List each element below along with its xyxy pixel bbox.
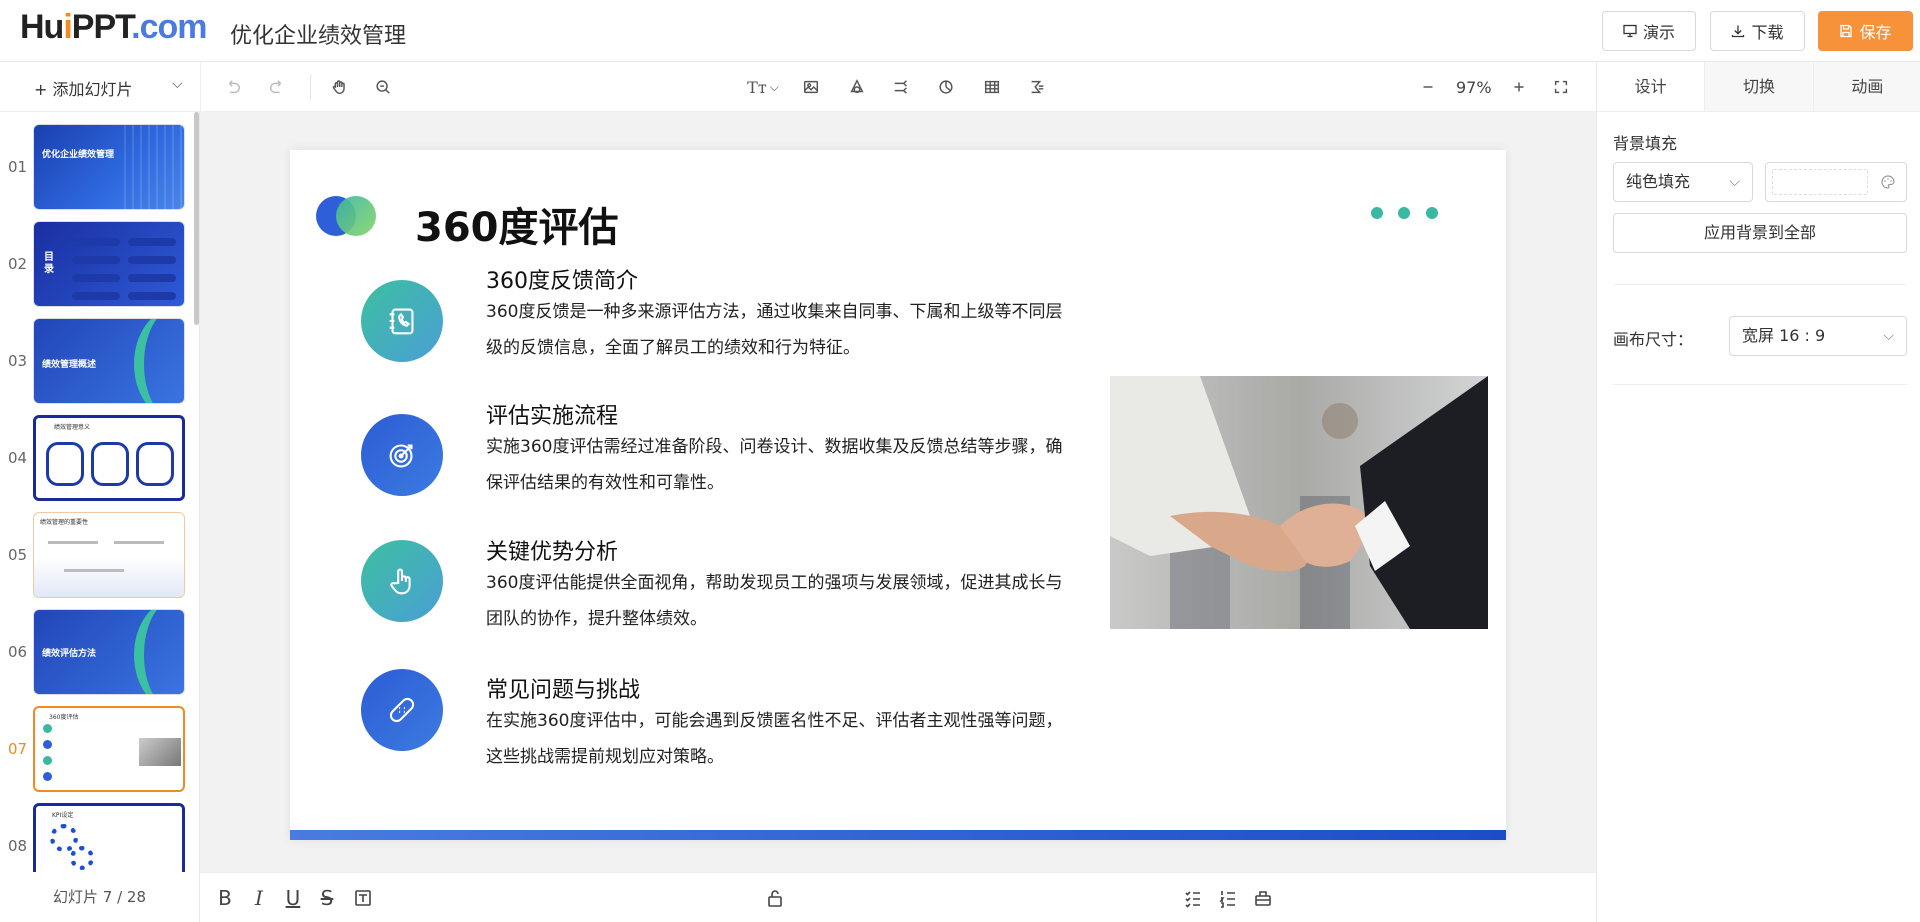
slide-thumbnail-sidebar[interactable]: 01 优化企业绩效管理 02 目录 03 绩效管理概述 04 绩效管理意义 05… bbox=[0, 112, 200, 872]
slide-canvas-area[interactable]: 360度评估 360度反馈简介 360度反馈是一种多来源评估方法，通过收集来自同… bbox=[200, 112, 1596, 872]
save-icon bbox=[1840, 24, 1853, 38]
format-bar: B I U S bbox=[200, 872, 1596, 922]
tab-animation[interactable]: 动画 bbox=[1813, 62, 1920, 111]
zoom-level: 97% bbox=[1456, 78, 1492, 97]
thumbnail-item[interactable]: 05 绩效管理的重要性 bbox=[0, 512, 192, 598]
download-icon bbox=[1732, 25, 1745, 38]
panel-tabs: 设计 切换 动画 bbox=[1597, 62, 1920, 112]
logo[interactable]: HuiPPT.com bbox=[20, 8, 208, 47]
slide-thumbnail[interactable]: 绩效评估方法 bbox=[33, 609, 185, 695]
document-title[interactable]: 优化企业绩效管理 bbox=[230, 18, 406, 50]
bg-fill-select[interactable]: 纯色填充 ⌵ bbox=[1613, 162, 1753, 202]
slide-thumbnail[interactable]: 目录 bbox=[33, 221, 185, 307]
thumbnail-item[interactable]: 02 目录 bbox=[0, 221, 192, 307]
clear-format-icon[interactable] bbox=[1252, 887, 1274, 909]
sidebar-scrollbar[interactable] bbox=[194, 112, 199, 325]
divider bbox=[1613, 284, 1907, 285]
add-slide-dropdown-icon[interactable]: ⌵ bbox=[172, 76, 183, 92]
slide-canvas[interactable]: 360度评估 360度反馈简介 360度反馈是一种多来源评估方法，通过收集来自同… bbox=[290, 150, 1506, 840]
thumbnail-item[interactable]: 01 优化企业绩效管理 bbox=[0, 124, 192, 210]
strikethrough-icon[interactable]: S bbox=[316, 886, 338, 910]
chevron-down-icon: ⌵ bbox=[1883, 328, 1894, 344]
divider bbox=[1613, 384, 1907, 385]
item-text[interactable]: 360度反馈是一种多来源评估方法，通过收集来自同事、下属和上级等不同层级的反馈信… bbox=[486, 294, 1066, 366]
handshake-photo[interactable] bbox=[1110, 376, 1488, 629]
present-icon bbox=[1623, 24, 1637, 38]
chart-insert-icon[interactable] bbox=[935, 76, 957, 98]
hand-pointer-icon[interactable] bbox=[361, 540, 443, 622]
chevron-down-icon: ⌵ bbox=[1729, 174, 1740, 190]
zoom-in-icon[interactable] bbox=[1508, 76, 1530, 98]
slide-counter: 幻灯片 7 / 28 bbox=[0, 872, 200, 922]
canvas-size-label: 画布尺寸： bbox=[1613, 330, 1694, 349]
decor-dot bbox=[1398, 207, 1410, 219]
top-bar: HuiPPT.com 优化企业绩效管理 演示 下载 保存 bbox=[0, 0, 1920, 62]
tab-transition[interactable]: 切换 bbox=[1705, 62, 1814, 111]
hand-pan-icon[interactable] bbox=[328, 76, 350, 98]
text-box-icon[interactable] bbox=[352, 887, 374, 909]
item-title[interactable]: 评估实施流程 bbox=[486, 398, 618, 430]
divider bbox=[200, 62, 201, 112]
slide-thumbnail[interactable]: KPI设定 bbox=[33, 803, 185, 872]
text-style-icon[interactable]: Tт ⌵ bbox=[745, 76, 781, 98]
slide-thumbnail[interactable]: 绩效管理的重要性 bbox=[33, 512, 185, 598]
thumbnail-item[interactable]: 08 KPI设定 bbox=[0, 803, 192, 872]
decor-dot bbox=[1426, 207, 1438, 219]
color-swatch bbox=[1772, 169, 1868, 195]
item-text[interactable]: 360度评估能提供全面视角，帮助发现员工的强项与发展领域，促进其成长与团队的协作… bbox=[486, 565, 1066, 637]
thumbnail-item[interactable]: 06 绩效评估方法 bbox=[0, 609, 192, 695]
thumbnail-item[interactable]: 03 绩效管理概述 bbox=[0, 318, 192, 404]
line-insert-icon[interactable] bbox=[890, 76, 912, 98]
bg-color-picker[interactable] bbox=[1765, 162, 1907, 202]
italic-icon[interactable]: I bbox=[248, 886, 270, 910]
bold-icon[interactable]: B bbox=[214, 886, 236, 910]
slide-bottom-bar bbox=[290, 830, 1506, 840]
download-button[interactable]: 下载 bbox=[1710, 11, 1805, 51]
thumbnail-item-active[interactable]: 07 360度评估 bbox=[0, 706, 192, 792]
slide-thumbnail[interactable]: 绩效管理意义 bbox=[33, 415, 185, 501]
slide-thumbnail[interactable]: 360度评估 bbox=[33, 706, 185, 792]
thumbnail-item[interactable]: 04 绩效管理意义 bbox=[0, 415, 192, 501]
item-title[interactable]: 关键优势分析 bbox=[486, 534, 618, 566]
building-pattern bbox=[124, 125, 184, 209]
slide-thumbnail[interactable]: 绩效管理概述 bbox=[33, 318, 185, 404]
formula-insert-icon[interactable] bbox=[1026, 76, 1048, 98]
properties-panel: 设计 切换 动画 背景填充 纯色填充 ⌵ 应用背景到全部 画布尺寸： 宽屏 16… bbox=[1596, 62, 1920, 922]
handshake-image bbox=[1110, 376, 1488, 629]
save-button[interactable]: 保存 bbox=[1818, 11, 1913, 51]
item-title[interactable]: 常见问题与挑战 bbox=[486, 672, 640, 704]
phone-book-icon[interactable] bbox=[361, 280, 443, 362]
present-button[interactable]: 演示 bbox=[1602, 11, 1696, 51]
redo-icon[interactable] bbox=[266, 76, 288, 98]
target-icon[interactable] bbox=[361, 414, 443, 496]
fullscreen-icon[interactable] bbox=[1550, 76, 1572, 98]
apply-bg-all-button[interactable]: 应用背景到全部 bbox=[1613, 213, 1907, 253]
add-slide-button[interactable]: + 添加幻灯片 bbox=[34, 76, 133, 100]
title-decor-circle bbox=[336, 196, 376, 236]
checklist-icon[interactable] bbox=[1182, 887, 1204, 909]
decor-dot bbox=[1371, 207, 1383, 219]
numbered-list-icon[interactable] bbox=[1217, 887, 1239, 909]
undo-icon[interactable] bbox=[222, 76, 244, 98]
palette-icon bbox=[1881, 175, 1895, 189]
item-title[interactable]: 360度反馈简介 bbox=[486, 263, 638, 295]
zoom-search-icon[interactable] bbox=[372, 76, 394, 98]
shape-insert-icon[interactable] bbox=[846, 76, 868, 98]
table-insert-icon[interactable] bbox=[981, 76, 1003, 98]
underline-icon[interactable]: U bbox=[282, 886, 304, 910]
slide-thumbnail[interactable]: 优化企业绩效管理 bbox=[33, 124, 185, 210]
editor-toolbar: + 添加幻灯片 ⌵ Tт ⌵ 97% bbox=[0, 62, 1596, 112]
image-insert-icon[interactable] bbox=[800, 76, 822, 98]
canvas-size-select[interactable]: 宽屏 16 : 9 ⌵ bbox=[1729, 316, 1907, 356]
bandage-icon[interactable] bbox=[361, 669, 443, 751]
slide-title[interactable]: 360度评估 bbox=[415, 195, 619, 253]
item-text[interactable]: 实施360度评估需经过准备阶段、问卷设计、数据收集及反馈总结等步骤，确保评估结果… bbox=[486, 429, 1066, 501]
tab-design[interactable]: 设计 bbox=[1597, 62, 1706, 111]
bg-fill-label: 背景填充 bbox=[1613, 134, 1678, 153]
zoom-out-icon[interactable] bbox=[1417, 76, 1439, 98]
lock-icon[interactable] bbox=[764, 887, 786, 909]
divider bbox=[310, 74, 311, 100]
item-text[interactable]: 在实施360度评估中，可能会遇到反馈匿名性不足、评估者主观性强等问题，这些挑战需… bbox=[486, 703, 1066, 775]
